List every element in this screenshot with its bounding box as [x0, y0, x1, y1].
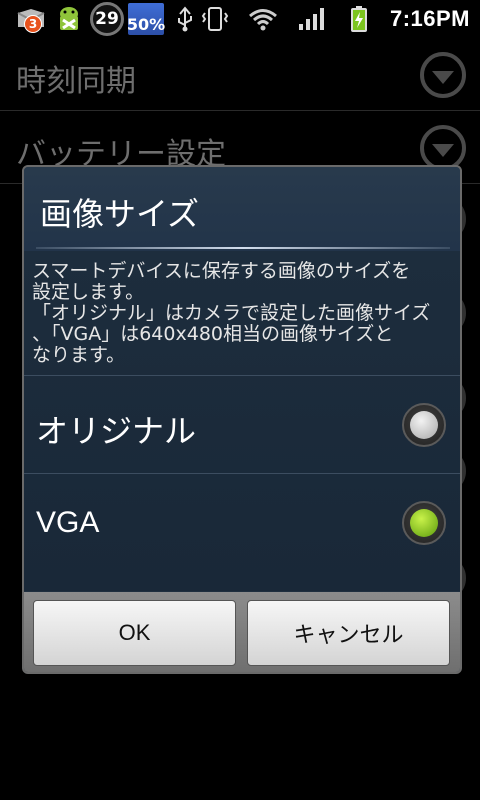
chevron-down-icon	[420, 52, 466, 98]
status-time: 7:16PM	[389, 6, 470, 31]
dialog-title-divider	[36, 247, 450, 249]
battery-charging-icon	[342, 3, 376, 35]
option-vga[interactable]: VGA	[24, 473, 460, 571]
vibrate-icon	[198, 3, 232, 35]
ok-button[interactable]: OK	[33, 600, 236, 666]
dialog-message-line: なります。	[32, 344, 126, 366]
dialog-header: 画像サイズ	[24, 167, 460, 251]
radio-button-vga[interactable]	[402, 501, 446, 545]
cancel-button[interactable]: キャンセル	[247, 600, 450, 666]
gmail-icon: 3	[14, 3, 48, 35]
battery-widget-icon: 29	[90, 2, 124, 36]
option-label: オリジナル	[36, 412, 197, 450]
dialog-message-line: スマートデバイスに保存する画像のサイズを	[32, 260, 411, 282]
dialog-message: スマートデバイスに保存する画像のサイズを 設定します。 「オリジナル」はカメラで…	[32, 261, 456, 366]
dialog-body: スマートデバイスに保存する画像のサイズを 設定します。 「オリジナル」はカメラで…	[24, 251, 460, 591]
usb-icon	[168, 3, 202, 35]
dialog-button-bar: OK キャンセル	[24, 592, 460, 672]
option-original[interactable]: オリジナル	[24, 375, 460, 473]
wifi-icon	[246, 3, 280, 35]
weather-percent-widget: 50%	[127, 3, 165, 35]
settings-item-time-sync[interactable]: 時刻同期	[0, 38, 480, 111]
notification-count-badge: 3	[24, 15, 42, 33]
dialog-message-line: 「オリジナル」はカメラで設定した画像サイズ	[32, 302, 431, 324]
signal-icon	[294, 3, 328, 35]
android-icon	[52, 3, 86, 35]
image-size-dialog: 画像サイズ スマートデバイスに保存する画像のサイズを 設定します。 「オリジナル…	[22, 165, 462, 674]
status-bar: 3 29 50% 7:16PM	[0, 0, 480, 38]
radio-button-original[interactable]	[402, 403, 446, 447]
dialog-message-line: 設定します。	[32, 281, 145, 303]
dialog-message-line: 、「VGA」は640x480相当の画像サイズと	[32, 323, 394, 345]
option-label: VGA	[36, 506, 100, 539]
settings-item-label: 時刻同期	[16, 64, 136, 99]
dialog-title: 画像サイズ	[40, 195, 200, 233]
screen: 3 29 50% 7:16PM 時刻同期 バッテリー設定 画像サイズ スマートデ…	[0, 0, 480, 800]
settings-list: 時刻同期 バッテリー設定	[0, 38, 480, 184]
